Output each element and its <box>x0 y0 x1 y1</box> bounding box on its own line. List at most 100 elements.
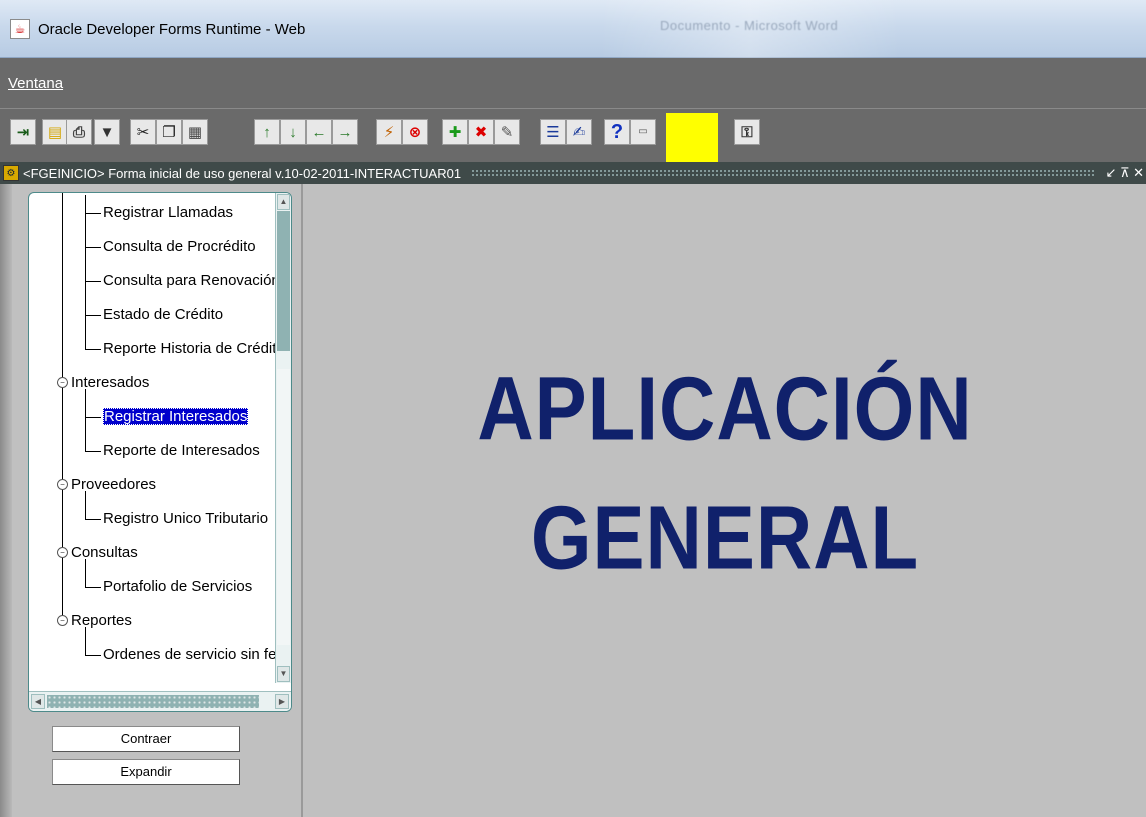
tree-connector <box>85 247 86 282</box>
tree-connector <box>85 213 86 248</box>
tree-item-label: Estado de Crédito <box>103 306 224 323</box>
cancel-query-icon[interactable]: ⊗ <box>402 119 428 145</box>
tree-item-label: Proveedores <box>71 476 157 493</box>
tree-connector <box>85 587 101 588</box>
left-icon[interactable]: ← <box>306 119 332 145</box>
window-title: Oracle Developer Forms Runtime - Web <box>38 20 306 38</box>
up-icon[interactable]: ↑ <box>254 119 280 145</box>
tree-content: Registrar Llamadas Consulta de Procrédito… <box>29 193 279 683</box>
title-bar-grip <box>471 169 1096 177</box>
save-icon[interactable]: ▤ <box>42 119 68 145</box>
scroll-right-icon[interactable]: ▶ <box>275 694 289 709</box>
tree-node[interactable]: − Interesados <box>57 371 150 395</box>
tree-connector <box>85 281 86 316</box>
tree-item-label: Reporte Historia de Crédito <box>103 340 279 357</box>
tree-item-label: Registro Unico Tributario <box>103 510 269 527</box>
tree-item-label: Registrar Interesados <box>103 408 249 425</box>
tree-node[interactable]: − Reportes <box>57 609 132 633</box>
tree-item-label: Consulta para Renovación <box>103 272 279 289</box>
tree-leaf[interactable]: Registro Unico Tributario <box>103 507 268 531</box>
window-title-bar: Documento - Microsoft Word ☕ Oracle Deve… <box>0 0 1146 58</box>
collapse-button[interactable]: Contraer <box>52 726 240 752</box>
scroll-left-icon[interactable]: ◀ <box>31 694 45 709</box>
tree-connector <box>85 627 86 656</box>
tree-connector <box>85 281 101 282</box>
menu-ventana-label: Ventana <box>8 74 64 92</box>
form-window-controls[interactable]: ↙ ⊼ ✕ <box>1105 165 1144 181</box>
paste-icon[interactable]: ▦ <box>182 119 208 145</box>
tree-item-label: Interesados <box>71 374 150 391</box>
tree-connector <box>85 389 86 418</box>
down-icon[interactable]: ↓ <box>280 119 306 145</box>
tree-leaf[interactable]: Consulta para Renovación <box>103 269 279 293</box>
tree-item-label: Reportes <box>71 612 132 629</box>
application-title-line-1: APLICACIÓN <box>477 357 973 459</box>
tree-connector <box>85 417 101 418</box>
tree-connector <box>85 451 101 452</box>
keys-icon[interactable]: ⚿ <box>734 119 760 145</box>
right-icon[interactable]: → <box>332 119 358 145</box>
tree-leaf[interactable]: Estado de Crédito <box>103 303 223 327</box>
tree-leaf[interactable]: Consulta de Procrédito <box>103 235 256 259</box>
exit-icon[interactable]: ⇥ <box>10 119 36 145</box>
horizontal-scroll-thumb[interactable] <box>47 695 259 708</box>
tree-horizontal-scrollbar[interactable]: ◀ ▶ <box>29 691 291 711</box>
tree-connector <box>85 655 101 656</box>
collapse-node-icon[interactable]: − <box>57 615 68 626</box>
tree-leaf[interactable]: Portafolio de Servicios <box>103 575 252 599</box>
tree-connector <box>85 195 86 214</box>
tree-item-label: Ordenes de servicio sin fec <box>103 646 279 663</box>
cut-icon[interactable]: ✂ <box>130 119 156 145</box>
list-values-icon[interactable]: ☰ <box>540 119 566 145</box>
tree-connector <box>85 559 86 588</box>
collapse-node-icon[interactable]: − <box>57 377 68 388</box>
help-icon[interactable]: ? <box>604 119 630 145</box>
tree-item-label: Reporte de Interesados <box>103 442 260 459</box>
tree-connector <box>85 247 101 248</box>
menu-bar: Ventana <box>0 58 1146 108</box>
tree-vertical-scrollbar[interactable]: ▲ ▼ <box>275 193 291 683</box>
application-title: APLICACIÓN GENERAL <box>304 344 1146 602</box>
tree-leaf[interactable]: Reporte de Interesados <box>103 439 260 463</box>
toolbar: ⇥ ▤ ⎙ ▼ ✂ ❐ ▦ ↑ ↓ ← → ⚡ ⊗ ✚ ✖ ✎ ☰ ✍ ? ▭ … <box>0 108 1146 163</box>
tree-leaf[interactable]: Registrar Interesados <box>103 405 249 429</box>
scroll-track-upper[interactable] <box>277 211 290 351</box>
expand-button[interactable]: Expandir <box>52 759 240 785</box>
lock-record-icon[interactable]: ✎ <box>494 119 520 145</box>
collapse-node-icon[interactable]: − <box>57 547 68 558</box>
tree-leaf[interactable]: Registrar Llamadas <box>103 201 233 225</box>
menu-ventana[interactable]: Ventana <box>8 75 63 92</box>
tree-leaf[interactable]: Reporte Historia de Crédito <box>103 337 279 361</box>
tree-connector <box>85 519 101 520</box>
application-title-line-2: GENERAL <box>530 486 920 589</box>
form-icon: ⚙ <box>3 165 19 181</box>
highlight-block <box>666 113 718 163</box>
window-tab[interactable]: ☕ Oracle Developer Forms Runtime - Web <box>6 12 306 46</box>
copy-icon[interactable]: ❐ <box>156 119 182 145</box>
scroll-down-icon[interactable]: ▼ <box>277 666 290 682</box>
mdx-icon[interactable]: ▭ <box>630 119 656 145</box>
scroll-up-icon[interactable]: ▲ <box>277 194 290 210</box>
java-app-icon: ☕ <box>10 19 30 39</box>
form-title-bar: ⚙ <FGEINICIO> Forma inicial de uso gener… <box>0 162 1146 184</box>
background-window-title: Documento - Microsoft Word <box>660 18 839 33</box>
menu-tree[interactable]: Registrar Llamadas Consulta de Procrédito… <box>28 192 292 712</box>
edit-icon[interactable]: ✍ <box>566 119 592 145</box>
tree-node[interactable]: − Proveedores <box>57 473 157 497</box>
collapse-node-icon[interactable]: − <box>57 479 68 490</box>
tree-leaf[interactable]: Ordenes de servicio sin fec <box>103 643 279 667</box>
tree-item-label: Consulta de Procrédito <box>103 238 256 255</box>
print-icon[interactable]: ⎙ <box>66 119 92 145</box>
tree-item-label: Registrar Llamadas <box>103 204 234 221</box>
execute-query-icon[interactable]: ⚡ <box>376 119 402 145</box>
canvas-left-edge <box>0 184 12 817</box>
tree-connector <box>85 315 101 316</box>
clear-icon[interactable]: ▼ <box>94 119 120 145</box>
navigation-panel: Registrar Llamadas Consulta de Procrédito… <box>20 184 303 817</box>
insert-record-icon[interactable]: ✚ <box>442 119 468 145</box>
tree-item-label: Consultas <box>71 544 138 561</box>
scroll-thumb[interactable] <box>277 369 290 645</box>
tree-node[interactable]: − Consultas <box>57 541 138 565</box>
tree-item-label: Portafolio de Servicios <box>103 578 253 595</box>
delete-record-icon[interactable]: ✖ <box>468 119 494 145</box>
